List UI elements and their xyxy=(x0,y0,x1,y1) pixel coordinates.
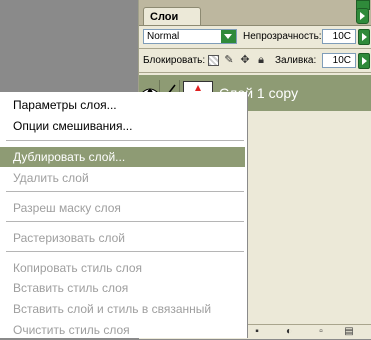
divider xyxy=(139,48,371,49)
chevron-down-icon[interactable] xyxy=(221,30,236,43)
menu-item-clear-layer-style[interactable]: Очистить стиль слоя xyxy=(0,320,245,340)
menu-separator xyxy=(6,251,244,252)
blend-mode-select[interactable]: Normal xyxy=(143,29,237,44)
adjustment-layer-icon[interactable]: ◐ xyxy=(283,326,295,338)
lock-transparency-icon[interactable] xyxy=(208,55,219,66)
menu-item-copy-layer-style[interactable]: Копировать стиль слоя xyxy=(0,258,245,278)
menu-item-paste-layer-style[interactable]: Вставить стиль слоя xyxy=(0,278,245,298)
panel-menu-button[interactable] xyxy=(356,8,369,24)
trash-icon[interactable]: ▤ xyxy=(343,326,355,338)
divider xyxy=(139,72,371,73)
menu-item-duplicate-layer[interactable]: Дублировать слой... xyxy=(0,147,245,167)
lock-label: Блокировать: xyxy=(143,55,206,66)
opacity-label: Непрозрачность: xyxy=(243,31,322,42)
opacity-input[interactable]: 10C xyxy=(322,29,356,44)
menu-separator xyxy=(6,191,244,192)
menu-item-delete-layer[interactable]: Удалить слой xyxy=(0,168,245,188)
menu-item-blending-options[interactable]: Опции смешивания... xyxy=(0,116,245,136)
menu-item-layer-properties[interactable]: Параметры слоя... xyxy=(0,95,245,115)
menu-item-paste-layer-style-to-linked[interactable]: Вставить слой и стиль в связанный xyxy=(0,299,245,319)
menu-separator xyxy=(6,221,244,222)
new-set-icon[interactable]: ▪ xyxy=(251,326,263,338)
opacity-slider-button[interactable] xyxy=(358,29,370,45)
layer-context-menu: Параметры слоя... Опции смешивания... Ду… xyxy=(0,92,248,338)
fill-label: Заливка: xyxy=(275,55,317,66)
blend-mode-value: Normal xyxy=(147,31,180,42)
fill-slider-button[interactable] xyxy=(358,53,370,69)
menu-separator xyxy=(6,140,244,141)
lock-move-icon[interactable]: ✥ xyxy=(239,54,251,66)
lock-all-icon[interactable]: 🔒︎ xyxy=(255,54,267,66)
menu-item-rasterize-layer[interactable]: Растеризовать слой xyxy=(0,228,245,248)
new-layer-icon[interactable]: ▫ xyxy=(315,326,327,338)
lock-paint-icon[interactable]: ✎ xyxy=(223,54,235,66)
menu-item-enable-layer-mask[interactable]: Разреш маску слоя xyxy=(0,198,245,218)
panel-tab-strip: Слои xyxy=(139,0,371,26)
tab-layers[interactable]: Слои xyxy=(143,7,201,25)
fill-input[interactable]: 10C xyxy=(322,53,356,68)
